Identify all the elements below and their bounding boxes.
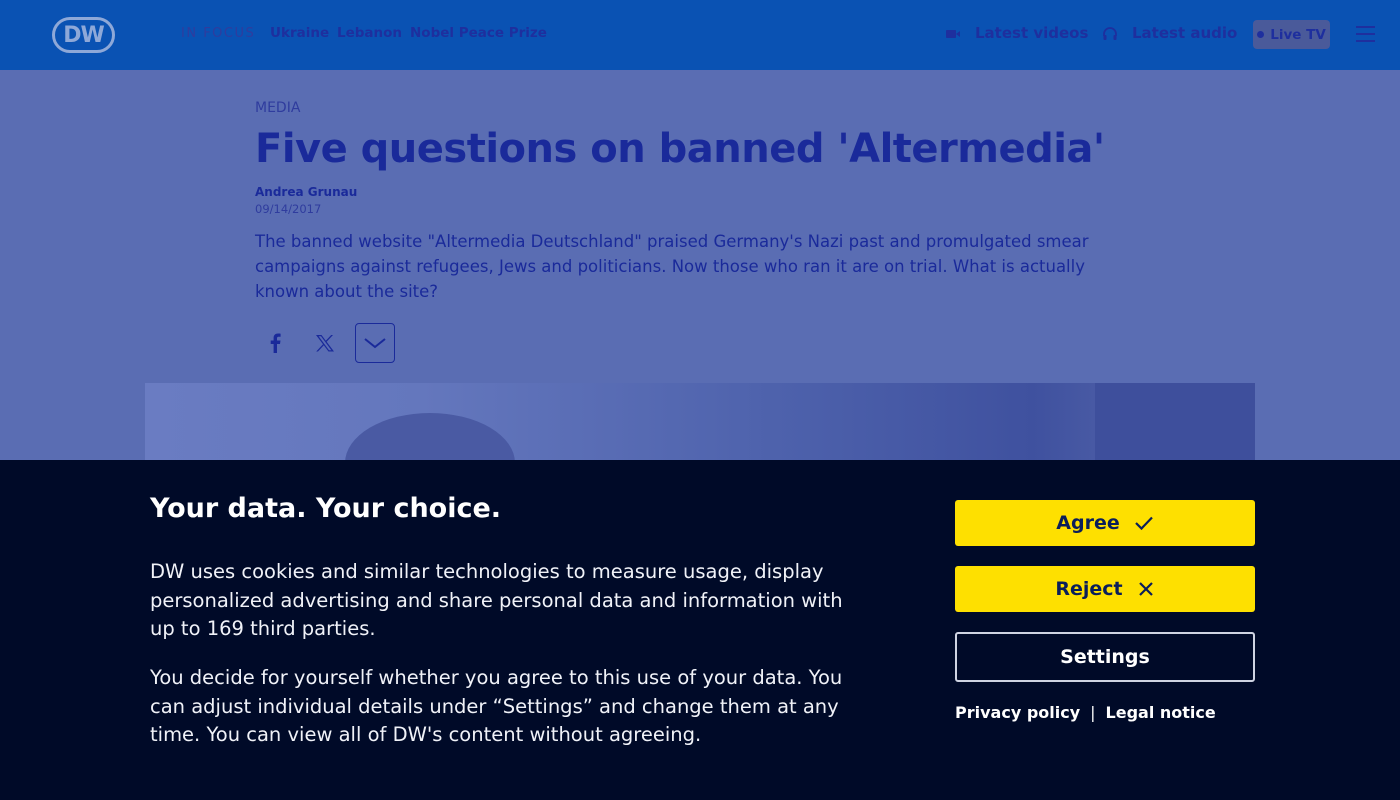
agree-label: Agree [1056,512,1120,534]
x-icon[interactable] [312,330,338,356]
article-date: 09/14/2017 [255,202,322,216]
legal-notice-link[interactable]: Legal notice [1106,703,1216,722]
close-icon [1138,582,1153,596]
share-more-button[interactable] [355,323,395,363]
focus-link-nobel[interactable]: Nobel Peace Prize [410,25,547,41]
latest-audio-link[interactable]: Latest audio [1132,24,1237,42]
focus-link-ukraine[interactable]: Ukraine [270,25,329,41]
reject-label: Reject [1055,578,1123,600]
live-tv-label: Live TV [1270,26,1326,43]
live-dot-icon [1257,31,1265,38]
consent-paragraph-2: You decide for yourself whether you agre… [150,666,843,746]
video-camera-icon[interactable] [945,26,961,42]
in-focus-label: IN FOCUS [181,26,256,41]
check-icon [1134,516,1153,531]
links-separator: | [1090,703,1096,722]
article-kicker[interactable]: MEDIA [255,100,300,116]
privacy-policy-link[interactable]: Privacy policy [955,703,1080,722]
site-header: DW IN FOCUS Ukraine Lebanon Nobel Peace … [0,0,1400,70]
consent-title: Your data. Your choice. [150,493,502,524]
article-title: Five questions on banned 'Altermedia' [255,126,1105,172]
live-tv-button[interactable]: Live TV [1253,20,1330,49]
hero-image [145,383,1255,463]
article-author[interactable]: Andrea Grunau [255,185,357,199]
latest-videos-link[interactable]: Latest videos [975,24,1088,42]
settings-button[interactable]: Settings [955,632,1255,682]
reject-button[interactable]: Reject [955,566,1255,612]
menu-icon[interactable] [1356,26,1375,42]
article-teaser: The banned website "Altermedia Deutschla… [255,232,1089,301]
consent-paragraph-1: DW uses cookies and similar technologies… [150,560,843,640]
consent-links: Privacy policy | Legal notice [955,703,1216,722]
settings-label: Settings [1060,646,1150,668]
focus-link-lebanon[interactable]: Lebanon [337,25,402,41]
logo-text: DW [63,22,105,48]
consent-banner: Your data. Your choice. DW uses cookies … [0,460,1400,800]
headphones-icon[interactable] [1102,26,1118,42]
dw-logo[interactable]: DW [52,17,115,53]
agree-button[interactable]: Agree [955,500,1255,546]
facebook-icon[interactable] [262,330,288,356]
chevron-down-icon [364,338,386,349]
